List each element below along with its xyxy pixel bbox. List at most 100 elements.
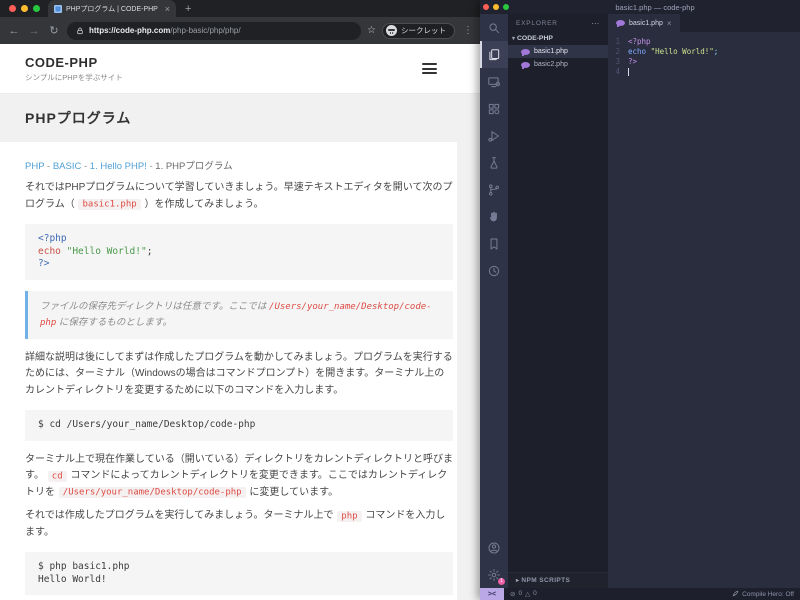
file-item-basic2.php[interactable]: basic2.php: [508, 58, 608, 71]
npm-scripts-section[interactable]: ▸ NPM SCRIPTS: [508, 572, 608, 588]
paragraph: それではPHPプログラムについて学習していきましょう。早速テキストエディタを開い…: [25, 182, 453, 210]
code-line: ?>: [38, 258, 50, 269]
editor-line[interactable]: 1 <?php: [608, 36, 800, 46]
paragraph: 詳細な説明は後にしてまずは作成したプログラムを動かしてみましょう。プログラムを実…: [25, 351, 453, 396]
tab-close-icon[interactable]: ×: [667, 19, 672, 28]
incognito-icon: [386, 25, 397, 36]
breadcrumb-link[interactable]: BASIC: [53, 161, 82, 172]
breadcrumb-separator: -: [44, 161, 53, 172]
text-cursor: [628, 67, 629, 76]
browser-window: PHPプログラム | CODE-PHP × + ← → ↻ https://co…: [0, 0, 480, 600]
vscode-window: basic1.php — code-php 1 EXPLORER ⋯ ▾ CODE…: [480, 0, 800, 600]
paragraph: ターミナル上で現在作業している（開いている）ディレクトリをカレントディレクトリと…: [25, 453, 453, 498]
article-content: PHP - BASIC - 1. Hello PHP! - 1. PHPプログラ…: [0, 142, 457, 600]
note-callout: ファイルの保存先ディレクトリは任意です。ここでは /Users/your_nam…: [25, 290, 453, 339]
site-tagline: シンプルにPHPを学ぶサイト: [25, 72, 123, 82]
bookmark-star-icon[interactable]: ☆: [367, 25, 376, 36]
activity-bar: 1: [480, 14, 508, 588]
files-icon[interactable]: [480, 41, 508, 68]
code-block-php-source: <?php echo "Hello World!"; ?>: [25, 224, 453, 280]
back-button[interactable]: ←: [7, 25, 21, 37]
settings-icon[interactable]: 1: [480, 561, 508, 588]
reload-button[interactable]: ↻: [47, 24, 61, 37]
tab-close-icon[interactable]: ×: [165, 4, 170, 13]
breadcrumb-link[interactable]: PHP: [25, 161, 44, 172]
compile-hero-label: Compile Hero: Off: [742, 590, 794, 598]
vscode-window-title: basic1.php — code-php: [615, 2, 695, 12]
page-title-band: PHPプログラム: [0, 94, 480, 142]
inline-code: basic1.php: [78, 199, 141, 210]
chevron-down-icon: ▾: [512, 36, 516, 42]
editor-tab-label: basic1.php: [629, 19, 663, 27]
browser-menu-icon[interactable]: ⋮: [463, 25, 473, 36]
editor-line[interactable]: 2 echo "Hello World!";: [608, 46, 800, 56]
incognito-badge: シークレット: [382, 22, 455, 39]
remote-indicator[interactable]: ><: [480, 588, 504, 600]
breadcrumb: PHP - BASIC - 1. Hello PHP! - 1. PHPプログラ…: [25, 158, 453, 172]
code-editor[interactable]: 1 <?php 2 echo "Hello World!"; 3 ?> 4: [608, 32, 800, 588]
account-icon[interactable]: [480, 534, 508, 561]
breadcrumb-link[interactable]: 1. Hello PHP!: [90, 161, 147, 172]
explorer-title: EXPLORER: [516, 20, 558, 27]
code-line: $ cd /Users/your_name/Desktop/code-php: [38, 419, 256, 430]
vscode-title-bar: basic1.php — code-php: [480, 0, 800, 14]
inline-code: /Users/your_name/Desktop/code-php: [58, 487, 246, 498]
chevron-right-icon: ▸: [516, 578, 520, 584]
browser-toolbar: ← → ↻ https://code-php.com/php-basic/php…: [0, 17, 480, 44]
warnings-icon: △: [525, 591, 531, 598]
history-icon[interactable]: [480, 257, 508, 284]
close-window-button[interactable]: [483, 4, 489, 10]
php-file-icon: [521, 48, 530, 56]
minimize-window-button[interactable]: [493, 4, 499, 10]
editor-line[interactable]: 4: [608, 66, 800, 76]
file-item-basic1.php[interactable]: basic1.php: [508, 45, 608, 58]
incognito-label: シークレット: [401, 26, 446, 35]
code-block-cd-command: $ cd /Users/your_name/Desktop/code-php: [25, 410, 453, 441]
zoom-window-button[interactable]: [503, 4, 509, 10]
folder-code-php[interactable]: ▾ CODE-PHP: [508, 32, 608, 45]
bookmarks-icon[interactable]: [480, 230, 508, 257]
explorer-actions-icon[interactable]: ⋯: [591, 19, 600, 28]
site-header: CODE-PHP シンプルにPHPを学ぶサイト: [0, 44, 480, 94]
browser-tab-strip: PHPプログラム | CODE-PHP × +: [0, 0, 480, 17]
breadcrumb-current: 1. PHPプログラム: [155, 161, 233, 172]
close-window-button[interactable]: [9, 5, 16, 12]
settings-badge: 1: [498, 578, 505, 585]
problems-indicator[interactable]: ⊘ 0 △ 0: [504, 590, 537, 598]
url-path: /php-basic/php/php/: [170, 26, 241, 35]
code-line: <?php: [38, 233, 67, 244]
test-icon[interactable]: [480, 149, 508, 176]
search-icon[interactable]: [480, 14, 508, 41]
new-tab-button[interactable]: +: [185, 3, 191, 15]
errors-count: 0: [518, 590, 523, 597]
run-icon[interactable]: [480, 122, 508, 149]
code-block-php-run: $ php basic1.php Hello World!: [25, 552, 453, 595]
lock-icon: [76, 22, 84, 40]
editor-tab-bar: basic1.php ×: [608, 14, 800, 32]
forward-button[interactable]: →: [27, 25, 41, 37]
address-bar[interactable]: https://code-php.com/php-basic/php/php/: [67, 21, 362, 40]
minimize-window-button[interactable]: [21, 5, 28, 12]
site-brand[interactable]: CODE-PHP: [25, 55, 123, 70]
extensions-icon[interactable]: [480, 95, 508, 122]
editor-tab-basic1[interactable]: basic1.php ×: [608, 14, 680, 32]
hamburger-menu-icon[interactable]: [422, 61, 437, 77]
breadcrumb-separator: -: [146, 161, 156, 172]
breadcrumb-separator: -: [81, 161, 90, 172]
browser-tab[interactable]: PHPプログラム | CODE-PHP ×: [48, 0, 176, 17]
window-controls: [9, 5, 40, 12]
source-control-icon[interactable]: [480, 176, 508, 203]
explorer-header: EXPLORER ⋯: [508, 14, 608, 32]
remote-icon[interactable]: [480, 68, 508, 95]
compile-hero-status[interactable]: Compile Hero: Off: [732, 590, 800, 599]
php-file-icon: [616, 20, 625, 27]
zoom-window-button[interactable]: [33, 5, 40, 12]
compile-hero-icon: [732, 590, 739, 599]
code-line: echo "Hello World!";: [38, 245, 153, 257]
site-brand-block: CODE-PHP シンプルにPHPを学ぶサイト: [25, 55, 123, 83]
hand-icon[interactable]: [480, 203, 508, 230]
status-bar: >< ⊘ 0 △ 0 Compile Hero: Off: [480, 588, 800, 600]
url-host: https://code-php.com: [89, 26, 171, 35]
warnings-count: 0: [533, 590, 537, 597]
editor-line[interactable]: 3 ?>: [608, 56, 800, 66]
